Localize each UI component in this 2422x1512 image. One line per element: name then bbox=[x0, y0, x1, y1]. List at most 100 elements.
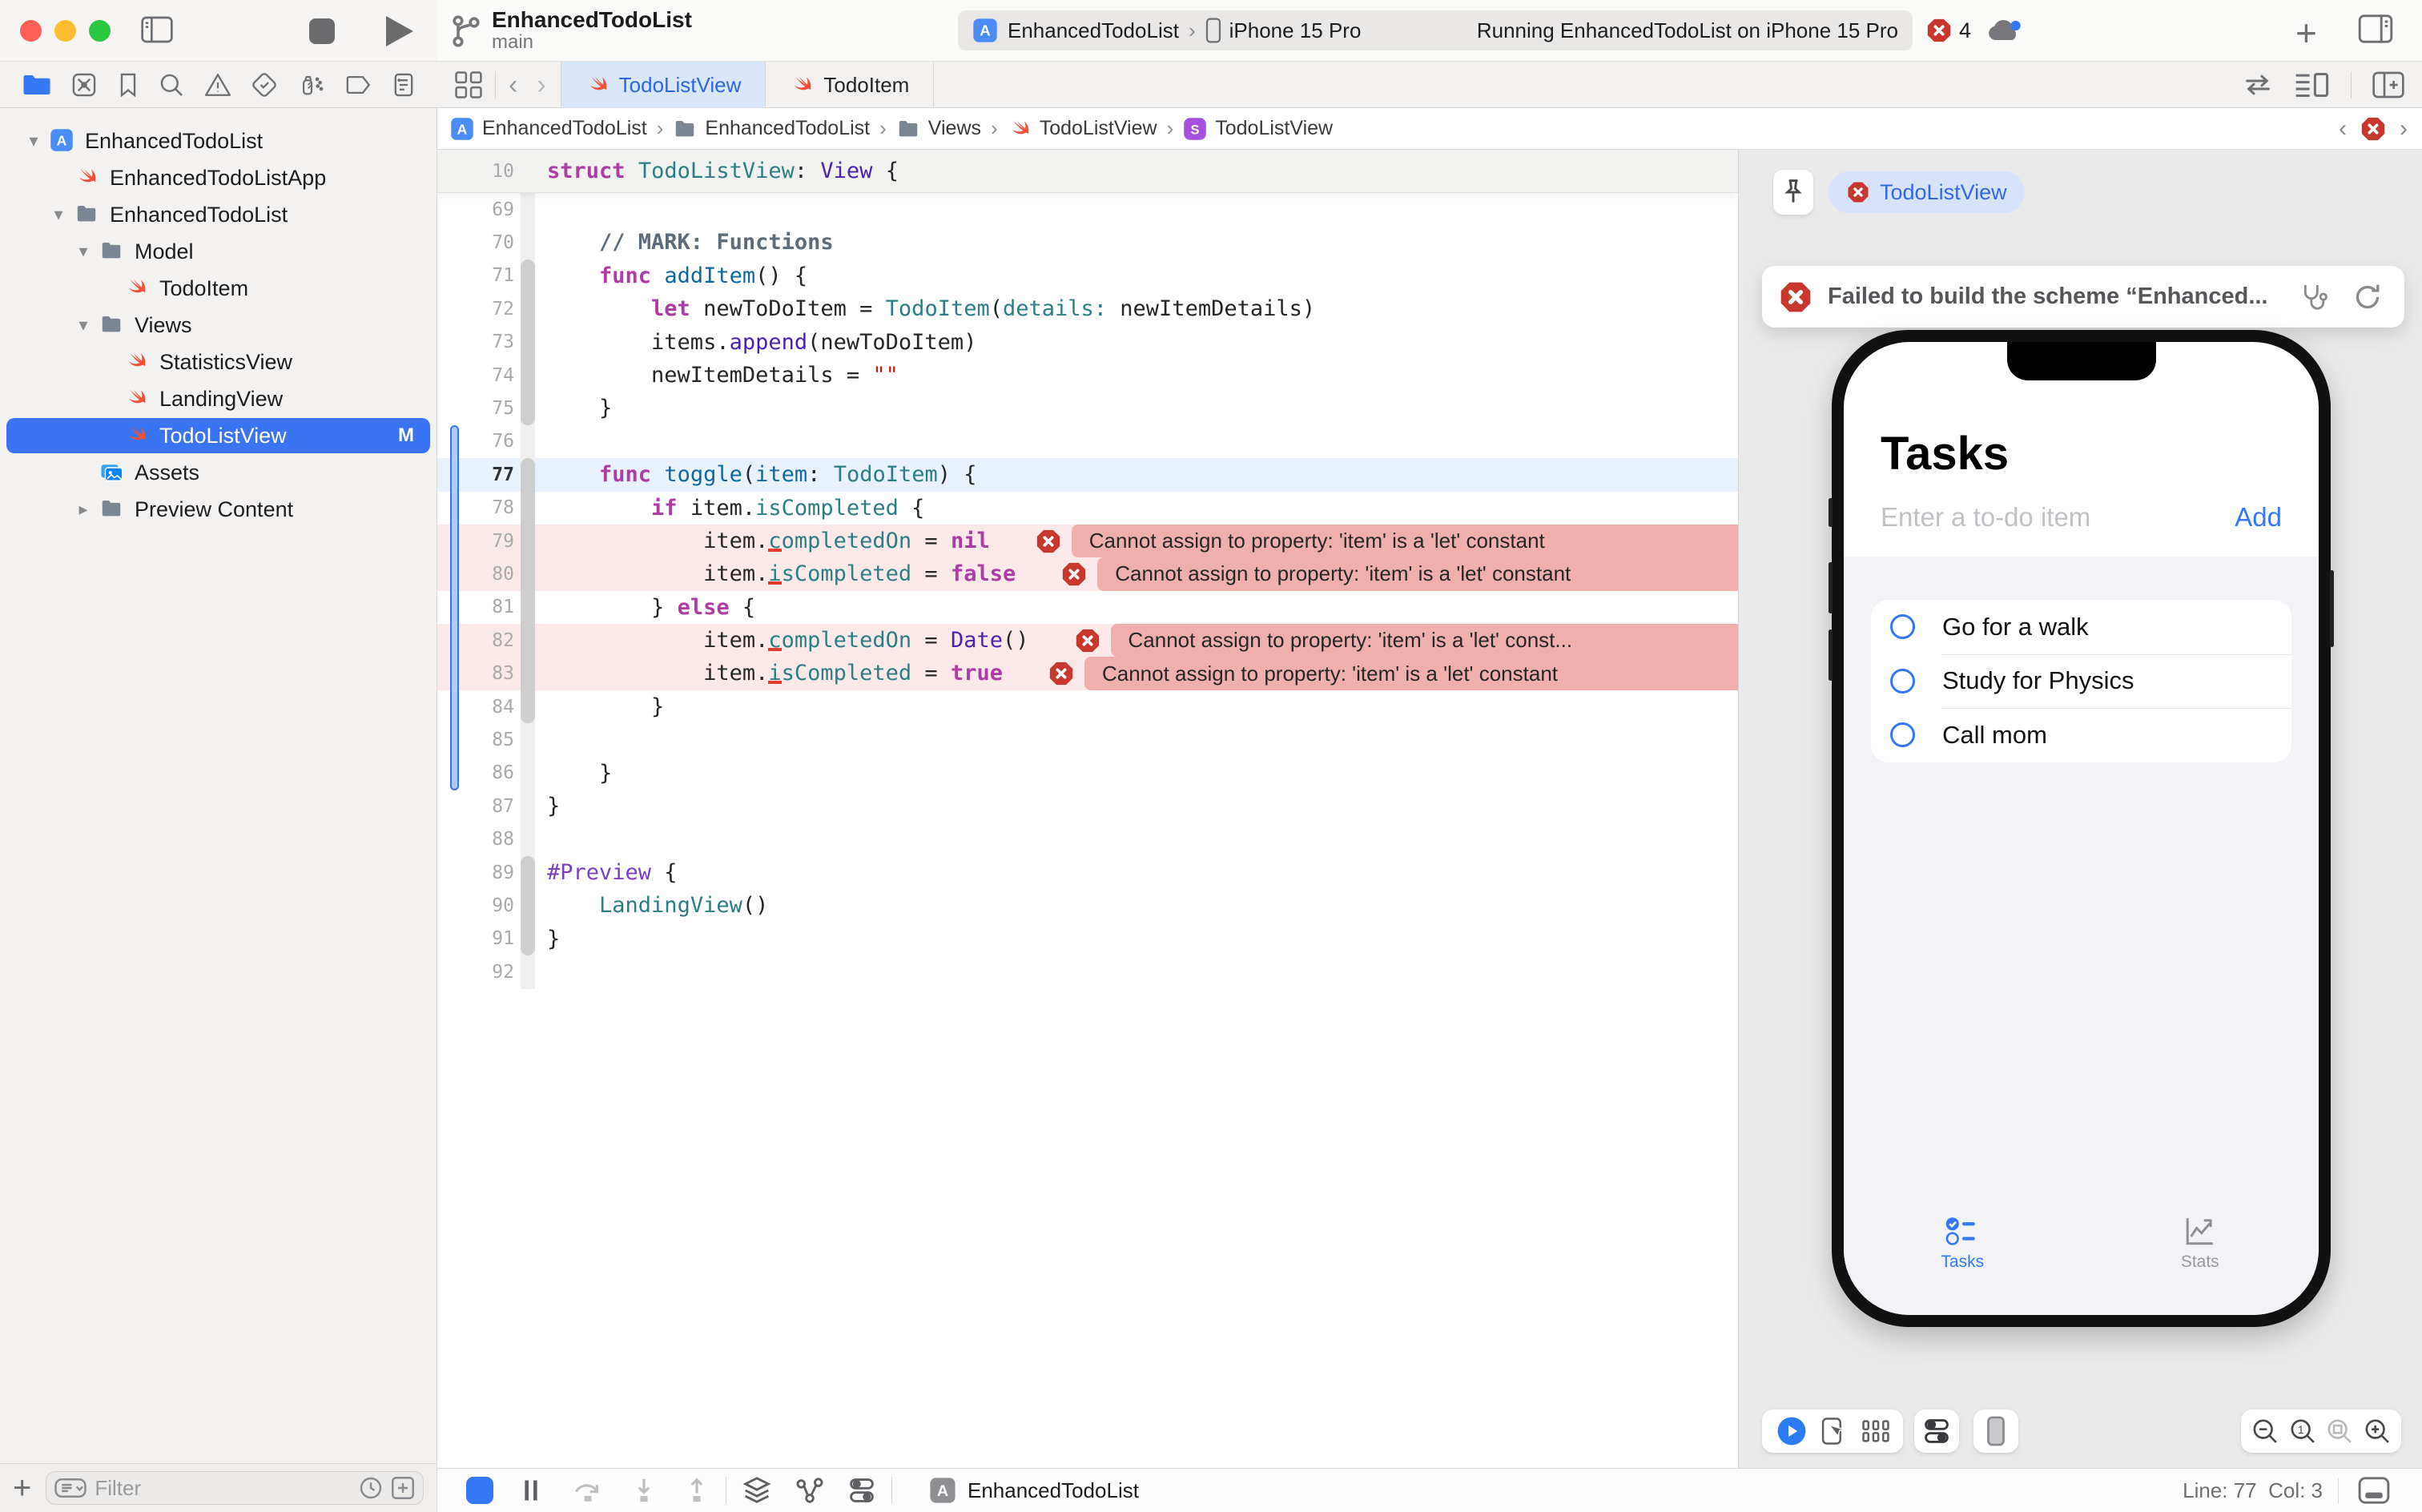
todo-row[interactable]: Go for a walk bbox=[1871, 600, 2291, 654]
source-editor[interactable]: 10 struct TodoListView: View { 6970 // M… bbox=[437, 150, 1738, 1468]
close-window-button[interactable] bbox=[20, 20, 42, 42]
preview-target-chip[interactable]: TodoListView bbox=[1829, 171, 2025, 213]
sidebar-item-enhancedtodolist[interactable]: ▾EnhancedTodoList bbox=[0, 196, 437, 233]
live-preview-button[interactable] bbox=[1776, 1416, 1807, 1446]
bookmarks-icon[interactable] bbox=[118, 72, 139, 98]
step-out-icon[interactable] bbox=[684, 1478, 710, 1503]
sidebar-item-statisticsview[interactable]: StatisticsView bbox=[0, 344, 437, 380]
code-line-74[interactable]: 74 newItemDetails = "" bbox=[437, 359, 1738, 392]
toggle-navigator-icon[interactable] bbox=[141, 16, 173, 43]
variants-grid-button[interactable] bbox=[1862, 1419, 1889, 1443]
step-over-icon[interactable] bbox=[573, 1478, 604, 1503]
view-hierarchy-icon[interactable] bbox=[742, 1477, 771, 1504]
disclosure-right-icon[interactable]: ▸ bbox=[74, 499, 93, 520]
scheme-name[interactable]: EnhancedTodoList bbox=[1008, 18, 1179, 43]
diagnostics-icon[interactable] bbox=[2299, 281, 2331, 313]
disclosure-down-icon[interactable]: ▾ bbox=[74, 241, 93, 262]
code-line-79[interactable]: 79 item.completedOn = nilCannot assign t… bbox=[437, 525, 1738, 557]
code-line-69[interactable]: 69 bbox=[437, 193, 1738, 226]
code-line-84[interactable]: 84 } bbox=[437, 690, 1738, 723]
code-line-81[interactable]: 81 } else { bbox=[437, 591, 1738, 624]
run-destination[interactable]: iPhone 15 Pro bbox=[1229, 18, 1362, 43]
breadcrumb-item[interactable]: Views bbox=[896, 117, 981, 141]
todo-row[interactable]: Call mom bbox=[1871, 708, 2291, 762]
new-tab-button[interactable]: + bbox=[2295, 11, 2317, 54]
jump-bar[interactable]: AEnhancedTodoList›EnhancedTodoList›Views… bbox=[437, 108, 2422, 150]
editor-tab-todoitem[interactable]: TodoItem bbox=[766, 62, 934, 108]
code-line-76[interactable]: 76 bbox=[437, 425, 1738, 458]
code-line-82[interactable]: 82 item.completedOn = Date()Cannot assig… bbox=[437, 624, 1738, 657]
zoom-in-icon[interactable] bbox=[2364, 1418, 2391, 1445]
sidebar-item-todoitem[interactable]: TodoItem bbox=[0, 270, 437, 307]
add-file-button[interactable]: + bbox=[13, 1470, 31, 1506]
device-settings-button[interactable] bbox=[1923, 1418, 1950, 1445]
app-tab-tasks[interactable]: Tasks bbox=[1844, 1214, 2082, 1297]
issue-error-icon[interactable] bbox=[2360, 115, 2387, 143]
debug-icon[interactable] bbox=[298, 72, 325, 98]
step-into-icon[interactable] bbox=[631, 1478, 657, 1503]
environment-overrides-icon[interactable] bbox=[848, 1477, 875, 1504]
line-column-indicator[interactable]: Line: 77 Col: 3 bbox=[2183, 1478, 2323, 1503]
disclosure-down-icon[interactable]: ▾ bbox=[74, 315, 93, 336]
project-navigator-icon[interactable] bbox=[22, 73, 51, 97]
sidebar-item-model[interactable]: ▾Model bbox=[0, 233, 437, 270]
code-line-77[interactable]: 77 func toggle(item: TodoItem) { bbox=[437, 458, 1738, 491]
breadcrumb-item[interactable]: EnhancedTodoList bbox=[673, 117, 870, 141]
navigator-filter-field[interactable]: Filter bbox=[46, 1471, 424, 1505]
code-line-88[interactable]: 88 bbox=[437, 822, 1738, 855]
code-line-92[interactable]: 92 bbox=[437, 955, 1738, 988]
recent-files-clock-icon[interactable] bbox=[359, 1476, 383, 1500]
sidebar-item-todolistview[interactable]: TodoListViewM bbox=[0, 417, 437, 454]
zoom-100-icon[interactable]: 1 bbox=[2289, 1418, 2316, 1445]
inline-error-message[interactable]: Cannot assign to property: 'item' is a '… bbox=[1072, 525, 1738, 557]
breadcrumb-item[interactable]: STodoListView bbox=[1183, 117, 1333, 141]
running-process-item[interactable]: A EnhancedTodoList bbox=[929, 1477, 1139, 1504]
go-back-icon[interactable]: ‹ bbox=[509, 70, 517, 101]
inline-error-icon[interactable] bbox=[1060, 561, 1088, 588]
preview-device-button[interactable] bbox=[1986, 1416, 2006, 1446]
build-error-count[interactable]: 4 bbox=[1925, 17, 1971, 44]
app-tab-stats[interactable]: Stats bbox=[2082, 1214, 2319, 1297]
zoom-out-icon[interactable] bbox=[2251, 1418, 2279, 1445]
scheme-selector[interactable]: A EnhancedTodoList › iPhone 15 Pro Runni… bbox=[958, 10, 1913, 50]
sidebar-item-assets[interactable]: Assets bbox=[0, 454, 437, 491]
todo-row[interactable]: Study for Physics bbox=[1871, 654, 2291, 709]
code-line-80[interactable]: 80 item.isCompleted = falseCannot assign… bbox=[437, 557, 1738, 590]
inline-error-message[interactable]: Cannot assign to property: 'item' is a '… bbox=[1097, 557, 1738, 590]
breadcrumb-item[interactable]: AEnhancedTodoList bbox=[450, 117, 647, 141]
pause-execution-icon[interactable] bbox=[521, 1478, 541, 1503]
editor-mode-icon[interactable] bbox=[2358, 1477, 2390, 1504]
code-line-73[interactable]: 73 items.append(newToDoItem) bbox=[437, 326, 1738, 359]
disclosure-down-icon[interactable]: ▾ bbox=[49, 204, 68, 225]
code-line-89[interactable]: 89#Preview { bbox=[437, 856, 1738, 889]
related-items-grid-icon[interactable] bbox=[455, 71, 482, 99]
inline-error-message[interactable]: Cannot assign to property: 'item' is a '… bbox=[1111, 624, 1739, 657]
code-line-72[interactable]: 72 let newToDoItem = TodoItem(details: n… bbox=[437, 292, 1738, 325]
inline-error-icon[interactable] bbox=[1074, 627, 1101, 654]
stop-button[interactable] bbox=[309, 18, 335, 44]
editor-options-icon[interactable] bbox=[2295, 71, 2330, 99]
pin-preview-button[interactable] bbox=[1773, 170, 1813, 215]
code-line-71[interactable]: 71 func addItem() { bbox=[437, 259, 1738, 292]
sidebar-item-enhancedtodolist[interactable]: ▾AEnhancedTodoList bbox=[0, 123, 437, 159]
next-issue-icon[interactable]: › bbox=[2400, 115, 2408, 143]
code-line-91[interactable]: 91} bbox=[437, 923, 1738, 955]
sidebar-item-landingview[interactable]: LandingView bbox=[0, 380, 437, 417]
code-line-86[interactable]: 86 } bbox=[437, 757, 1738, 790]
source-control-changes-icon[interactable] bbox=[391, 1476, 415, 1500]
minimize-window-button[interactable] bbox=[54, 20, 76, 42]
todo-checkbox[interactable] bbox=[1890, 722, 1915, 747]
inline-error-icon[interactable] bbox=[1048, 660, 1075, 687]
todo-text-field[interactable]: Enter a to-do item bbox=[1881, 502, 2090, 533]
issues-icon[interactable] bbox=[204, 72, 231, 98]
toggle-inspectors-icon[interactable] bbox=[2358, 14, 2393, 43]
code-line-90[interactable]: 90 LandingView() bbox=[437, 889, 1738, 922]
add-editor-icon[interactable] bbox=[2372, 71, 2404, 99]
disclosure-down-icon[interactable]: ▾ bbox=[24, 131, 43, 151]
add-todo-button[interactable]: Add bbox=[2235, 502, 2282, 533]
memory-graph-icon[interactable] bbox=[795, 1477, 824, 1504]
code-line-78[interactable]: 78 if item.isCompleted { bbox=[437, 492, 1738, 525]
tests-icon[interactable] bbox=[251, 72, 277, 98]
breadcrumb-item[interactable]: TodoListView bbox=[1008, 117, 1157, 141]
todo-checkbox[interactable] bbox=[1890, 614, 1915, 639]
